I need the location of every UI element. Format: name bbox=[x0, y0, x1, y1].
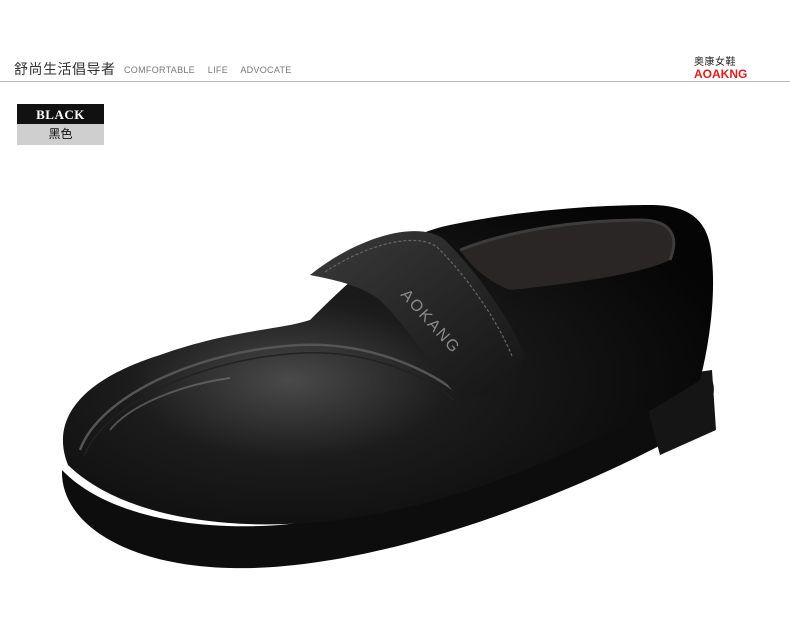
color-label: BLACK 黑色 bbox=[17, 104, 104, 145]
nav-comfortable: COMFORTABLE bbox=[124, 65, 195, 75]
shoe-image: AOKANG bbox=[61, 205, 716, 569]
brand-name-en: AOAKNG bbox=[694, 67, 748, 81]
nav-advocate: ADVOCATE bbox=[240, 65, 292, 75]
brand-logo: 奥康女鞋 AOAKNG bbox=[694, 53, 747, 81]
tagline: 舒尚生活倡导者 bbox=[14, 62, 116, 78]
nav-life: LIFE bbox=[207, 65, 229, 75]
color-label-cn: 黑色 bbox=[17, 124, 104, 145]
nav-words: COMFORTABLE LIFE ADVOCATE bbox=[124, 65, 302, 75]
header: 舒尚生活倡导者 COMFORTABLE LIFE ADVOCATE 奥康女鞋 A… bbox=[0, 0, 790, 84]
header-divider bbox=[0, 81, 790, 82]
brand-name-cn: 奥康女鞋 bbox=[694, 57, 736, 68]
color-label-en: BLACK bbox=[17, 104, 104, 124]
